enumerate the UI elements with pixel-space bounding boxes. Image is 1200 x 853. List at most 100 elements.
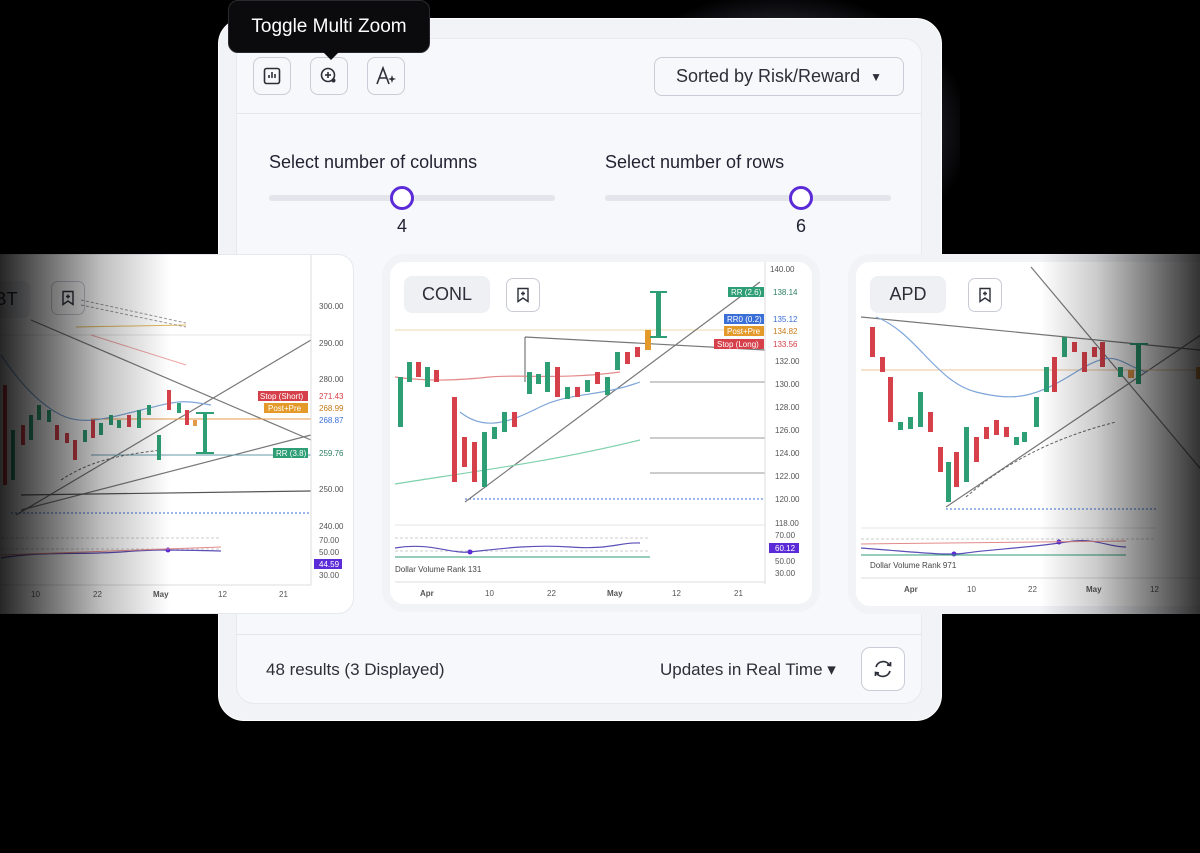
columns-slider-handle[interactable] [390,186,414,210]
svg-text:12: 12 [672,589,681,598]
svg-text:268.99: 268.99 [319,404,344,413]
oscillator-axis: 70.00 50.00 44.59 30.00 [314,536,342,580]
svg-text:Apr: Apr [904,585,918,594]
svg-text:124.00: 124.00 [775,449,800,458]
price-tags: RR (2.6) 138.14 RR0 (0.2) 135.12 Post+Pr… [714,287,798,349]
font-sparkle-icon [376,66,396,85]
svg-text:118.00: 118.00 [775,519,799,528]
svg-text:133.56: 133.56 [773,340,798,349]
svg-text:135.12: 135.12 [773,315,798,324]
refresh-button[interactable] [861,647,905,691]
chart-card-apd[interactable]: APD Dollar Volume Rank 971 Apr 10 22 May… [848,254,1200,614]
svg-text:30.00: 30.00 [319,571,340,580]
date-axis: 10 22 May 12 21 [31,590,288,599]
candles [870,327,1200,502]
svg-text:60.12: 60.12 [775,544,796,553]
footer-divider [236,634,922,635]
svg-text:126.00: 126.00 [775,426,800,435]
rows-slider-track[interactable] [605,195,891,201]
app-stage: Toggle Multi Zoom Sorted by Risk/Reward … [0,0,1200,853]
svg-text:May: May [1086,585,1102,594]
svg-text:132.00: 132.00 [775,357,800,366]
results-count: 48 results (3 Displayed) [266,660,445,679]
svg-text:44.59: 44.59 [319,560,340,569]
oscillator-axis: 70.00 60.12 50.00 30.00 [769,531,799,578]
bar-chart-icon [263,67,281,85]
svg-text:10: 10 [967,585,976,594]
svg-text:22: 22 [93,590,102,599]
dollar-volume-rank-label: Dollar Volume Rank 971 [870,561,957,570]
date-axis: Apr 10 22 May 12 21 [420,589,743,598]
text-style-button[interactable] [367,57,405,95]
chart-card-bt[interactable]: BT [0,254,354,614]
price-tags: Stop (Short) 271.43 Post+Pre 268.99 268.… [258,391,344,458]
svg-text:50.00: 50.00 [775,557,796,566]
sort-label: Sorted by Risk/Reward [676,66,861,86]
svg-text:RR (2.6): RR (2.6) [731,288,762,297]
svg-text:271.43: 271.43 [319,392,344,401]
svg-text:Post+Pre: Post+Pre [268,404,302,413]
chart-layout-button[interactable] [253,57,291,95]
columns-label: Select number of columns [269,152,478,172]
svg-text:50.00: 50.00 [319,548,340,557]
svg-text:May: May [153,590,169,599]
candles [398,291,667,487]
toolbar-divider [236,113,922,114]
svg-text:21: 21 [734,589,743,598]
svg-text:268.87: 268.87 [319,416,344,425]
chevron-down-icon: ▼ [870,69,882,84]
zoom-plus-icon [320,67,336,83]
rows-slider-handle[interactable] [789,186,813,210]
svg-text:130.00: 130.00 [775,380,800,389]
svg-text:70.00: 70.00 [775,531,796,540]
price-chart-bt[interactable]: 300.00 290.00 280.00 250.00 240.00 Stop … [0,255,354,614]
svg-text:Stop (Long): Stop (Long) [717,340,759,349]
updates-dropdown[interactable]: Updates in Real Time ▾ [660,660,836,680]
svg-text:240.00: 240.00 [319,522,344,531]
candles [3,385,214,485]
price-chart-apd[interactable]: Dollar Volume Rank 971 Apr 10 22 May 12 [856,262,1200,606]
dollar-volume-rank-label: Dollar Volume Rank 131 [395,565,482,574]
multi-zoom-tooltip: Toggle Multi Zoom [228,0,430,60]
svg-text:10: 10 [31,590,40,599]
columns-value: 4 [396,216,407,236]
svg-text:Stop (Short): Stop (Short) [260,392,303,401]
rows-value: 6 [795,216,806,236]
svg-text:140.00: 140.00 [770,265,795,274]
sort-dropdown[interactable]: Sorted by Risk/Reward ▼ [654,57,904,96]
svg-text:10: 10 [485,589,494,598]
svg-text:May: May [607,589,623,598]
svg-text:290.00: 290.00 [319,339,344,348]
svg-text:RR (3.8): RR (3.8) [276,449,307,458]
svg-text:300.00: 300.00 [319,302,344,311]
oscillator [394,537,650,558]
svg-text:138.14: 138.14 [773,288,798,297]
svg-text:259.76: 259.76 [319,449,344,458]
tooltip-text: Toggle Multi Zoom [251,15,407,37]
svg-text:122.00: 122.00 [775,472,800,481]
svg-text:12: 12 [218,590,227,599]
svg-text:RR0 (0.2): RR0 (0.2) [727,315,762,324]
oscillator [860,538,1156,557]
price-axis: 140.00 132.00 130.00 128.00 126.00 124.0… [770,265,800,528]
svg-text:Apr: Apr [420,589,434,598]
svg-text:12: 12 [1150,585,1159,594]
svg-text:22: 22 [1028,585,1037,594]
svg-text:30.00: 30.00 [775,569,796,578]
svg-text:250.00: 250.00 [319,485,344,494]
chart-card-conl[interactable]: CONL Dollar Volume Rank 131 140.00 132.0… [382,254,820,612]
multi-zoom-button[interactable] [310,57,348,95]
price-chart-conl[interactable]: Dollar Volume Rank 131 140.00 132.00 130… [390,262,812,604]
svg-text:21: 21 [279,590,288,599]
svg-text:134.82: 134.82 [773,327,798,336]
svg-text:22: 22 [547,589,556,598]
svg-text:280.00: 280.00 [319,375,344,384]
oscillator [0,537,222,559]
rows-label: Select number of rows [605,152,785,172]
svg-text:128.00: 128.00 [775,403,800,412]
svg-text:120.00: 120.00 [775,495,800,504]
svg-text:Post+Pre: Post+Pre [727,327,761,336]
refresh-icon [874,660,892,678]
date-axis: Apr 10 22 May 12 [904,585,1159,594]
svg-text:70.00: 70.00 [319,536,340,545]
